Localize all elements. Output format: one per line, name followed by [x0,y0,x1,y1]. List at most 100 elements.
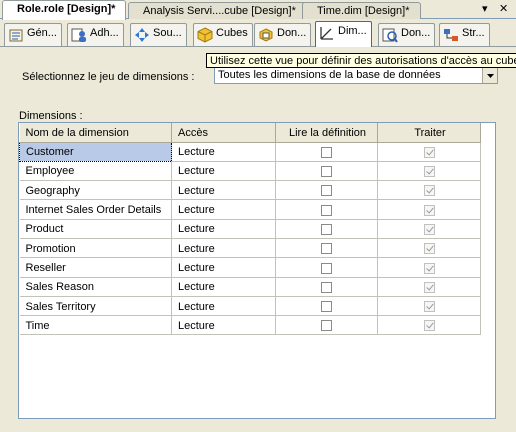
read-definition-checkbox[interactable] [321,301,332,313]
process-cell [377,142,481,162]
tab-dimensions[interactable]: Dim... [315,21,372,47]
cubes-icon [197,27,213,43]
access-cell[interactable]: Lecture [171,161,276,182]
process-checkbox[interactable] [423,262,435,274]
table-row[interactable]: Geography Lecture [19,180,481,201]
designer-tab-bar: Gén... Adh... Sou... Cubes Don... Dim...… [0,19,516,47]
read-definition-checkbox[interactable] [321,185,332,197]
dimension-name-cell[interactable]: Sales Territory [19,296,172,317]
dimensions-label: Dimensions : [19,110,83,122]
dimension-set-value: Toutes les dimensions de la base de donn… [218,69,441,81]
tab-label: Sou... [153,27,182,39]
dimension-name-cell[interactable]: Reseller [19,257,172,278]
access-cell[interactable]: Lecture [171,257,276,278]
doc-tab-role[interactable]: Role.role [Design]* [2,0,127,20]
process-cell [377,219,481,239]
process-cell [377,296,481,317]
dimension-name-cell[interactable]: Product [19,219,172,239]
access-cell[interactable]: Lecture [171,142,276,162]
membership-icon [71,28,86,42]
table-row[interactable]: Customer Lecture [19,141,481,162]
column-header-access[interactable]: Accès [171,123,276,143]
process-checkbox[interactable] [423,204,435,216]
table-row[interactable]: Internet Sales Order Details Lecture [19,199,481,220]
tab-mining-structures[interactable]: Str... [439,23,490,46]
tab-label: Dim... [338,25,367,37]
column-header-read-definition[interactable]: Lire la définition [275,123,378,143]
tab-cell-data[interactable]: Don... [254,23,312,46]
tab-dimension-data[interactable]: Don... [378,23,436,46]
window-dropdown-icon[interactable]: ▾ [482,2,488,15]
dimension-name-cell[interactable]: Time [19,315,172,336]
access-cell[interactable]: Lecture [171,180,276,201]
table-row[interactable]: Employee Lecture [19,161,481,182]
tab-general[interactable]: Gén... [4,23,62,46]
read-definition-cell [275,142,378,162]
read-definition-checkbox[interactable] [321,262,332,274]
column-header-process[interactable]: Traiter [377,123,481,143]
process-checkbox[interactable] [423,166,435,178]
dimension-set-label: Sélectionnez le jeu de dimensions : [22,71,195,83]
read-definition-checkbox[interactable] [321,166,332,178]
read-definition-cell [275,180,378,201]
dimension-name-cell[interactable]: Internet Sales Order Details [19,199,172,220]
tab-membership[interactable]: Adh... [67,23,124,46]
table-row[interactable]: Reseller Lecture [19,257,481,278]
process-cell [377,277,481,297]
process-checkbox[interactable] [423,243,435,255]
doc-tab-time-dim[interactable]: Time.dim [Design]* [302,2,421,19]
access-cell[interactable]: Lecture [171,296,276,317]
access-cell[interactable]: Lecture [171,199,276,220]
dimension-name-cell[interactable]: Customer [19,141,172,162]
read-definition-cell [275,257,378,278]
read-definition-cell [275,238,378,259]
dimension-name-cell[interactable]: Employee [19,161,172,182]
general-icon [9,29,23,42]
dimensions-grid[interactable]: Nom de la dimension Accès Lire la défini… [18,122,496,419]
close-icon[interactable]: ✕ [499,2,508,15]
tab-label: Gén... [27,27,57,39]
access-cell[interactable]: Lecture [171,238,276,259]
read-definition-checkbox[interactable] [321,146,332,158]
access-cell[interactable]: Lecture [171,277,276,297]
table-row[interactable]: Product Lecture [19,219,481,239]
process-checkbox[interactable] [423,185,435,197]
cell-data-icon [259,28,273,42]
dimension-name-cell[interactable]: Geography [19,180,172,201]
process-checkbox[interactable] [423,301,435,313]
read-definition-checkbox[interactable] [321,223,332,235]
doc-tab-analysis-cube[interactable]: Analysis Servi....cube [Design]* [128,2,307,19]
table-row[interactable]: Time Lecture [19,315,481,336]
process-cell [377,315,481,336]
dimension-name-cell[interactable]: Sales Reason [19,277,172,297]
process-cell [377,238,481,259]
tab-data-sources[interactable]: Sou... [130,23,187,46]
table-row[interactable]: Sales Reason Lecture [19,277,481,297]
dimension-name-cell[interactable]: Promotion [19,238,172,259]
column-header-name[interactable]: Nom de la dimension [19,123,172,143]
document-tab-bar: Role.role [Design]* Analysis Servi....cu… [0,0,516,20]
read-definition-cell [275,296,378,317]
process-checkbox[interactable] [423,281,435,293]
process-checkbox[interactable] [423,223,435,235]
tab-cubes[interactable]: Cubes [193,23,253,46]
read-definition-checkbox[interactable] [321,204,332,216]
read-definition-checkbox[interactable] [321,320,332,332]
read-definition-checkbox[interactable] [321,243,332,255]
dimension-set-select[interactable]: Toutes les dimensions de la base de donn… [214,67,498,84]
access-cell[interactable]: Lecture [171,315,276,336]
process-cell [377,257,481,278]
table-row[interactable]: Promotion Lecture [19,238,481,259]
tab-label: Adh... [90,27,119,39]
tab-label: Don... [277,27,307,39]
dimension-data-icon [382,28,398,43]
process-checkbox[interactable] [423,320,435,332]
process-checkbox[interactable] [423,146,435,158]
table-row[interactable]: Sales Territory Lecture [19,296,481,317]
chevron-down-icon[interactable] [482,68,497,83]
read-definition-checkbox[interactable] [321,281,332,293]
process-cell [377,199,481,220]
access-cell[interactable]: Lecture [171,219,276,239]
read-definition-cell [275,199,378,220]
read-definition-cell [275,219,378,239]
